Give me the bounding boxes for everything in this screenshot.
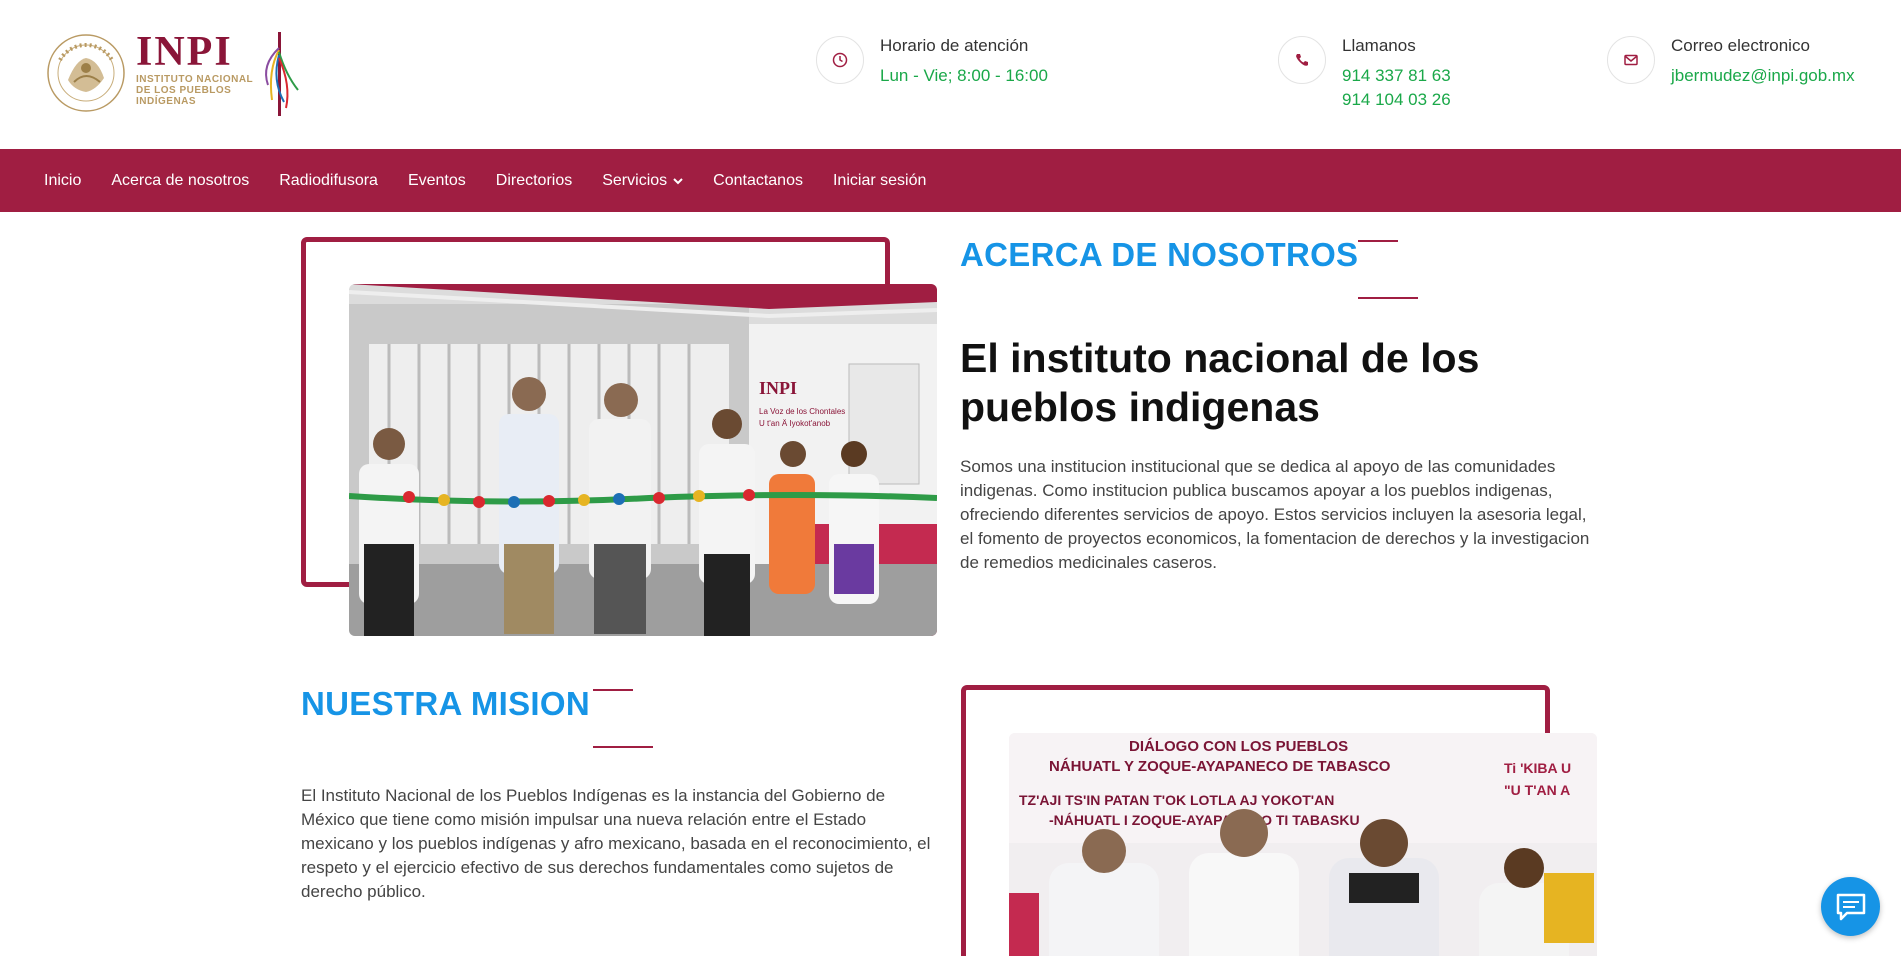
nav-item-iniciar-sesion[interactable]: Iniciar sesión: [833, 172, 926, 190]
nav-item-contactanos[interactable]: Contactanos: [713, 172, 803, 190]
banner-right-2: "U T'AN A: [1504, 782, 1570, 798]
phone-label: Llamanos: [1342, 36, 1416, 55]
chat-icon: [1836, 893, 1865, 920]
logo-wordmark: INPI INSTITUTO NACIONAL DE LOS PUEBLOS I…: [136, 30, 253, 107]
logo-subtitle-1: INSTITUTO NACIONAL: [136, 74, 254, 85]
nav-item-inicio[interactable]: Inicio: [44, 172, 81, 190]
email-link[interactable]: jbermudez@inpi.gob.mx: [1671, 64, 1855, 88]
hours-label: Horario de atención: [880, 36, 1029, 55]
logo-subtitle-3: INDÍGENAS: [136, 96, 197, 107]
clock-icon: [816, 36, 864, 84]
phone-icon: [1278, 36, 1326, 84]
title-decor-line: [593, 746, 653, 748]
inpi-logo[interactable]: INPI INSTITUTO NACIONAL DE LOS PUEBLOS I…: [46, 30, 308, 116]
contact-phone: Llamanos 914 337 81 63 914 104 03 26: [1278, 36, 1451, 112]
nav-item-directorios[interactable]: Directorios: [496, 172, 572, 190]
title-decor-line: [1358, 297, 1418, 299]
banner-line-2: NÁHUATL Y ZOQUE-AYAPANECO DE TABASCO: [1049, 758, 1391, 775]
chevron-down-icon: [673, 172, 683, 190]
sign-line-2: U t'an Ä Iyokot'anob: [759, 419, 831, 428]
nav-item-acerca[interactable]: Acerca de nosotros: [111, 172, 249, 190]
email-label: Correo electronico: [1671, 36, 1810, 55]
contact-hours: Horario de atención Lun - Vie; 8:00 - 16…: [816, 36, 1048, 88]
logo-subtitle-2: DE LOS PUEBLOS: [136, 85, 232, 96]
main-nav: Inicio Acerca de nosotros Radiodifusora …: [0, 149, 1901, 212]
title-decor-line: [593, 689, 633, 691]
banner-line-4: -NÁHUATL I ZOQUE-AYAPANEKO TI TABASKU: [1049, 812, 1360, 828]
phone-number-2[interactable]: 914 104 03 26: [1342, 88, 1451, 112]
mission-body: El Instituto Nacional de los Pueblos Ind…: [301, 786, 931, 901]
sign-line-1: La Voz de los Chontales: [759, 407, 845, 416]
chat-button[interactable]: [1821, 877, 1880, 936]
mission-photo: DIÁLOGO CON LOS PUEBLOS NÁHUATL Y ZOQUE-…: [1009, 733, 1597, 956]
nav-item-servicios-label: Servicios: [602, 171, 668, 189]
about-body: Somos una institucion institucional que …: [960, 457, 1590, 572]
contact-email: Correo electronico jbermudez@inpi.gob.mx: [1607, 36, 1855, 88]
about-heading: El instituto nacional de los pueblos ind…: [960, 335, 1480, 430]
nav-item-servicios[interactable]: Servicios: [602, 172, 683, 190]
about-photo: INPI La Voz de los Chontales U t'an Ä Iy…: [349, 284, 937, 636]
nav-item-radiodifusora[interactable]: Radiodifusora: [279, 172, 378, 190]
banner-right-1: Ti 'KIBA U: [1504, 760, 1571, 776]
dialogue-event-photo: DIÁLOGO CON LOS PUEBLOS NÁHUATL Y ZOQUE-…: [1009, 733, 1597, 956]
envelope-icon: [1607, 36, 1655, 84]
banner-line-3: TZ'AJI TS'IN PATAN T'OK LOTLA AJ YOKOT'A…: [1019, 792, 1334, 808]
site-header: INPI INSTITUTO NACIONAL DE LOS PUEBLOS I…: [0, 0, 1901, 149]
logo-title: INPI: [136, 29, 233, 75]
about-section-title: ACERCA DE NOSOTROS: [960, 236, 1359, 273]
ribbon-cutting-photo: INPI La Voz de los Chontales U t'an Ä Iy…: [349, 284, 937, 636]
sign-inpi: INPI: [759, 378, 797, 398]
banner-line-1: DIÁLOGO CON LOS PUEBLOS: [1129, 738, 1348, 755]
title-decor-line: [1358, 240, 1398, 242]
hours-value: Lun - Vie; 8:00 - 16:00: [880, 66, 1048, 85]
mission-section-title: NUESTRA MISION: [301, 685, 590, 722]
nav-item-eventos[interactable]: Eventos: [408, 172, 466, 190]
phone-number-1[interactable]: 914 337 81 63: [1342, 64, 1451, 88]
